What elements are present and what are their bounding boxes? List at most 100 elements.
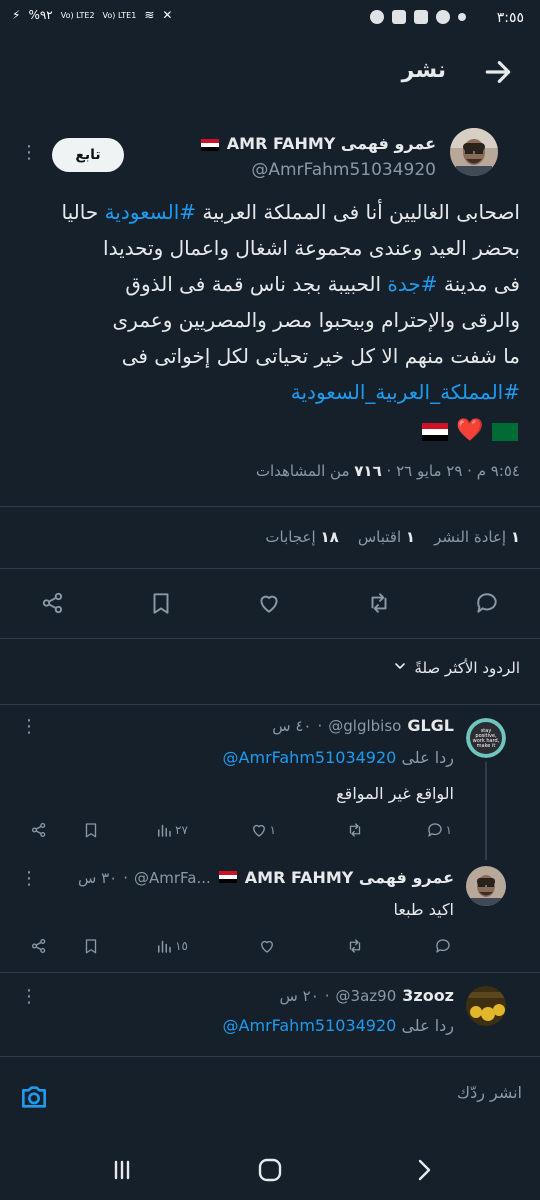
share-button[interactable] <box>30 820 48 840</box>
more-options-icon[interactable]: ⋮ <box>20 716 38 737</box>
status-bar: ⚡ %٩٢ Vo) LTE2 Vo) LTE1 ≋ ✕ ٣:٥٥ <box>0 0 540 38</box>
replying-to-handle[interactable]: @AmrFahm51034920 <box>223 1016 397 1035</box>
like-button[interactable] <box>258 936 276 956</box>
retweets-count: ١ <box>510 528 520 546</box>
tweet-body: اصحابى الغاليين أنا فى المملكة العربية #… <box>20 194 520 449</box>
sort-replies-dropdown[interactable]: الردود الأكثر صلةً <box>392 658 520 678</box>
thread-line <box>485 762 487 860</box>
chevron-down-icon <box>392 658 408 678</box>
saudi-flag-icon <box>492 422 518 441</box>
reply-avatar[interactable] <box>466 986 506 1026</box>
retweets-stat[interactable]: ١ إعادة النشر <box>434 528 520 546</box>
egypt-flag-icon <box>421 422 448 441</box>
page-title: نشر <box>401 58 446 83</box>
egypt-flag-icon <box>218 871 237 883</box>
compose-bar: انشر ردّك <box>0 1056 540 1136</box>
tweet-emoji-line: ❤️ <box>20 412 520 449</box>
notification-icons <box>370 10 466 24</box>
reply-text: الواقع غير المواقع <box>336 784 454 803</box>
battery-icon: ⚡ <box>12 8 21 22</box>
divider <box>0 568 540 569</box>
likes-stat[interactable]: ١٨ إعجابات <box>265 528 338 546</box>
like-icon[interactable] <box>256 590 282 616</box>
bookmark-button[interactable] <box>82 820 100 840</box>
whatsapp-icon <box>370 10 384 24</box>
reply-author-handle[interactable]: @AmrFa... <box>134 869 211 887</box>
views-count: ٢٧ <box>175 823 188 837</box>
reply-button[interactable]: ١ <box>426 820 452 840</box>
reply-icon[interactable] <box>474 590 500 616</box>
tweet-timestamp: ٩:٥٤ م · ٢٩ مايو ٢٦ <box>396 462 520 480</box>
tweet-line-2: بحضر العيد وعندى مجموعة اشغال واعمال وتح… <box>103 236 520 260</box>
views-count: ١٥ <box>175 939 188 953</box>
replying-to-handle[interactable]: @AmrFahm51034920 <box>223 748 397 767</box>
views-count: ٧١٦ <box>354 462 382 480</box>
avatar[interactable] <box>450 128 498 176</box>
divider <box>0 506 540 507</box>
reply-author-name[interactable]: عمرو فهمى AMR FAHMY <box>245 868 454 887</box>
reply-time: ٤٠ س <box>272 717 312 735</box>
hashtag-saudi[interactable]: #السعودية <box>105 200 196 224</box>
reply-time: ٢٠ س <box>279 987 319 1005</box>
divider <box>0 704 540 705</box>
likes-count: ١٨ <box>320 528 339 546</box>
views-button[interactable]: ٢٧ <box>155 820 188 840</box>
views-label: من المشاهدات <box>255 462 350 480</box>
camera-icon[interactable] <box>18 1081 50 1113</box>
bookmark-button[interactable] <box>82 936 100 956</box>
reply-time: ٣٠ س <box>77 869 118 887</box>
more-options-icon[interactable]: ⋮ <box>20 868 38 889</box>
author-name[interactable]: عمرو فهمى AMR FAHMY <box>199 134 436 153</box>
tweet-stats: ١ إعادة النشر ١ اقتباس ١٨ إعجابات <box>265 528 520 546</box>
replying-to: ردا على @AmrFahm51034920 <box>223 1016 454 1035</box>
like-button[interactable]: ١ <box>250 820 276 840</box>
clock: ٣:٥٥ <box>496 10 524 26</box>
back-arrow-icon[interactable] <box>482 56 514 88</box>
share-button[interactable] <box>30 936 48 956</box>
reply-header: عمرو فهمى AMR FAHMY @AmrFa... · ٣٠ س <box>77 868 454 887</box>
tweet-line-6: #المملكة_العربية_السعودية <box>20 374 520 410</box>
retweet-icon[interactable] <box>366 590 392 616</box>
reply-count: ١ <box>445 823 452 837</box>
heart-emoji: ❤️ <box>456 418 484 443</box>
hashtag-kingdom[interactable]: #المملكة_العربية_السعودية <box>291 380 520 404</box>
hashtag-jeddah[interactable]: #جدة <box>387 272 437 296</box>
reply-author-handle[interactable]: @3az90 <box>336 987 397 1005</box>
back-icon[interactable] <box>410 1156 438 1184</box>
quotes-count: ١ <box>405 528 416 546</box>
reply-author-name[interactable]: GLGL <box>407 716 454 735</box>
lte2-indicator: Vo) LTE2 <box>60 10 95 20</box>
reply-button[interactable] <box>434 936 452 956</box>
reply-avatar[interactable]: stay positive, work hard, make it <box>466 718 506 758</box>
more-options-icon[interactable]: ⋮ <box>20 142 38 163</box>
quotes-label: اقتباس <box>357 528 402 546</box>
follow-button[interactable]: تابع <box>52 138 124 172</box>
reply-author-handle[interactable]: @glglbiso <box>328 717 401 735</box>
share-icon[interactable] <box>40 590 66 616</box>
reply-text: اكيد طبعا <box>393 900 454 919</box>
retweet-button[interactable] <box>346 936 364 956</box>
views-button[interactable]: ١٥ <box>155 936 188 956</box>
more-options-icon[interactable]: ⋮ <box>20 986 38 1007</box>
recent-apps-icon[interactable] <box>108 1156 136 1184</box>
egypt-flag-icon <box>201 138 220 151</box>
tweet-meta: ٩:٥٤ م · ٢٩ مايو ٢٦ · ٧١٦ من المشاهدات <box>255 462 520 480</box>
reply-author-name[interactable]: 3zooz <box>402 986 454 1005</box>
snapchat-icon <box>436 10 450 24</box>
home-icon[interactable] <box>256 1156 284 1184</box>
tweet-text: الحبيبة بجد ناس قمة فى الذوق <box>125 272 388 296</box>
reply-header: GLGL @glglbiso · ٤٠ س <box>272 716 454 735</box>
battery-level: %٩٢ <box>28 8 53 22</box>
retweet-button[interactable] <box>346 820 364 840</box>
system-nav-bar <box>0 1140 540 1200</box>
divider <box>0 638 540 639</box>
replying-to: ردا على @AmrFahm51034920 <box>223 748 454 767</box>
header: نشر <box>0 44 540 102</box>
reply-avatar[interactable] <box>466 866 506 906</box>
bookmark-icon[interactable] <box>148 590 174 616</box>
sort-label: الردود الأكثر صلةً <box>414 659 520 677</box>
author-handle[interactable]: @AmrFahm51034920 <box>251 160 436 180</box>
wifi-icon: ≋ <box>144 8 155 22</box>
quotes-stat[interactable]: ١ اقتباس <box>358 528 415 546</box>
reply-input[interactable]: انشر ردّك <box>457 1083 522 1102</box>
